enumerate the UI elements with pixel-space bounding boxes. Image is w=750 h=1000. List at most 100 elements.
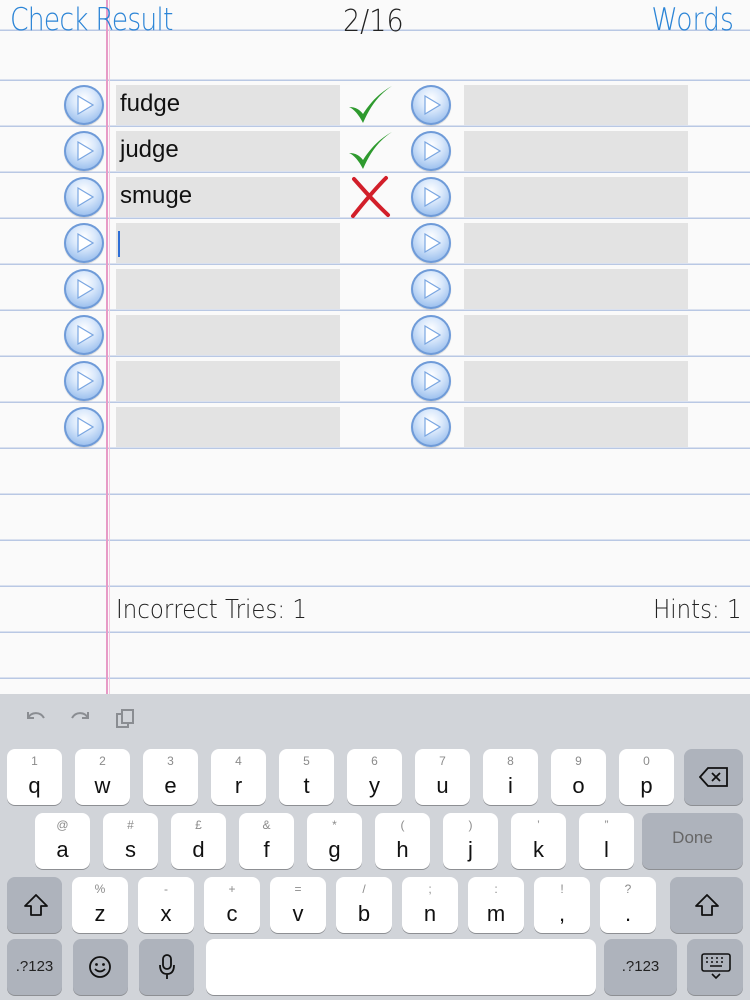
key-label: u — [436, 773, 449, 798]
left-word-input[interactable] — [116, 361, 340, 401]
key-d[interactable]: £ d — [171, 813, 226, 869]
key-w[interactable]: 2w — [75, 749, 130, 805]
redo-icon[interactable] — [68, 708, 92, 733]
shift-key-right[interactable] — [670, 877, 743, 933]
key-r[interactable]: 4r — [211, 749, 266, 805]
left-play-button[interactable] — [64, 315, 104, 355]
key-label: z — [94, 901, 106, 926]
right-word-input[interactable] — [464, 223, 688, 263]
play-icon — [424, 233, 441, 253]
right-play-button[interactable] — [411, 223, 451, 263]
right-play-button[interactable] — [411, 177, 451, 217]
key-t[interactable]: 5t — [279, 749, 334, 805]
margin-line — [106, 0, 108, 694]
space-key[interactable] — [206, 939, 596, 995]
right-play-button[interactable] — [411, 85, 451, 125]
dictation-key[interactable] — [139, 939, 194, 995]
microphone-icon — [159, 954, 175, 979]
key-c[interactable]: + c — [204, 877, 260, 933]
left-word-input[interactable] — [116, 407, 340, 447]
key-z[interactable]: % z — [72, 877, 128, 933]
key-y[interactable]: 6y — [347, 749, 402, 805]
left-play-button[interactable] — [64, 85, 104, 125]
key-hint: 5 — [303, 754, 310, 768]
left-play-button[interactable] — [64, 177, 104, 217]
key-k[interactable]: ’ k — [511, 813, 566, 869]
key-v[interactable]: = v — [270, 877, 326, 933]
key-hint: 0 — [643, 754, 650, 768]
right-word-input[interactable] — [464, 407, 688, 447]
play-icon — [424, 371, 441, 391]
shift-key-left[interactable] — [7, 877, 62, 933]
emoji-key[interactable] — [73, 939, 128, 995]
key-b[interactable]: / b — [336, 877, 392, 933]
left-word-input[interactable]: smuge — [116, 177, 340, 217]
key-label: l — [604, 837, 609, 862]
right-word-input[interactable] — [464, 361, 688, 401]
key-q[interactable]: 1q — [7, 749, 62, 805]
key-u[interactable]: 7u — [415, 749, 470, 805]
right-word-input[interactable] — [464, 269, 688, 309]
key-period[interactable]: ?. — [600, 877, 656, 933]
key-i[interactable]: 8i — [483, 749, 538, 805]
key-label: w — [94, 773, 111, 798]
key-f[interactable]: & f — [239, 813, 294, 869]
done-key[interactable]: Done — [642, 813, 743, 869]
left-word-input[interactable] — [116, 315, 340, 355]
right-play-button[interactable] — [411, 269, 451, 309]
left-play-button[interactable] — [64, 361, 104, 401]
key-j[interactable]: ) j — [443, 813, 498, 869]
key-label: b — [357, 901, 371, 926]
key-s[interactable]: # s — [103, 813, 158, 869]
right-play-button[interactable] — [411, 315, 451, 355]
left-play-button[interactable] — [64, 407, 104, 447]
key-hint: : — [494, 882, 498, 896]
key-x[interactable]: -x — [138, 877, 194, 933]
play-icon — [424, 325, 441, 345]
word-text: fudge — [120, 90, 181, 117]
left-word-input[interactable]: judge — [116, 131, 340, 171]
right-word-input[interactable] — [464, 85, 688, 125]
key-a[interactable]: @ a — [35, 813, 90, 869]
right-play-button[interactable] — [411, 361, 451, 401]
right-word-input[interactable] — [464, 131, 688, 171]
word-text: smuge — [120, 182, 193, 209]
key-m[interactable]: :m — [468, 877, 524, 933]
check-result-button[interactable]: Check Result — [10, 2, 173, 38]
left-word-input[interactable] — [116, 223, 340, 263]
key-l[interactable]: ” l — [579, 813, 634, 869]
left-play-button[interactable] — [64, 269, 104, 309]
play-icon — [77, 279, 94, 299]
numbers-key-left[interactable]: .?123 — [7, 939, 62, 995]
paste-icon[interactable] — [114, 708, 136, 735]
key-label: k — [533, 837, 544, 862]
key-o[interactable]: 9o — [551, 749, 606, 805]
left-word-input[interactable] — [116, 269, 340, 309]
key-label: i — [508, 773, 513, 798]
words-button[interactable]: Words — [652, 2, 734, 38]
key-comma[interactable]: !, — [534, 877, 590, 933]
key-label: e — [164, 773, 177, 798]
left-play-button[interactable] — [64, 131, 104, 171]
key-n[interactable]: ; n — [402, 877, 458, 933]
keyboard-hide-icon — [701, 953, 731, 980]
backspace-key[interactable] — [684, 749, 743, 805]
key-h[interactable]: (h — [375, 813, 430, 869]
key-e[interactable]: 3e — [143, 749, 198, 805]
left-play-button[interactable] — [64, 223, 104, 263]
right-play-button[interactable] — [411, 407, 451, 447]
key-g[interactable]: * g — [307, 813, 362, 869]
numbers-key-right[interactable]: .?123 — [604, 939, 677, 995]
key-p[interactable]: 0p — [619, 749, 674, 805]
key-hint: / — [362, 882, 366, 896]
play-icon — [424, 187, 441, 207]
key-label: c — [226, 901, 238, 926]
undo-icon[interactable] — [24, 708, 48, 733]
right-word-input[interactable] — [464, 177, 688, 217]
key-hint: 9 — [575, 754, 582, 768]
key-label: f — [263, 837, 270, 862]
right-play-button[interactable] — [411, 131, 451, 171]
hide-keyboard-key[interactable] — [687, 939, 743, 995]
left-word-input[interactable]: fudge — [116, 85, 340, 125]
right-word-input[interactable] — [464, 315, 688, 355]
